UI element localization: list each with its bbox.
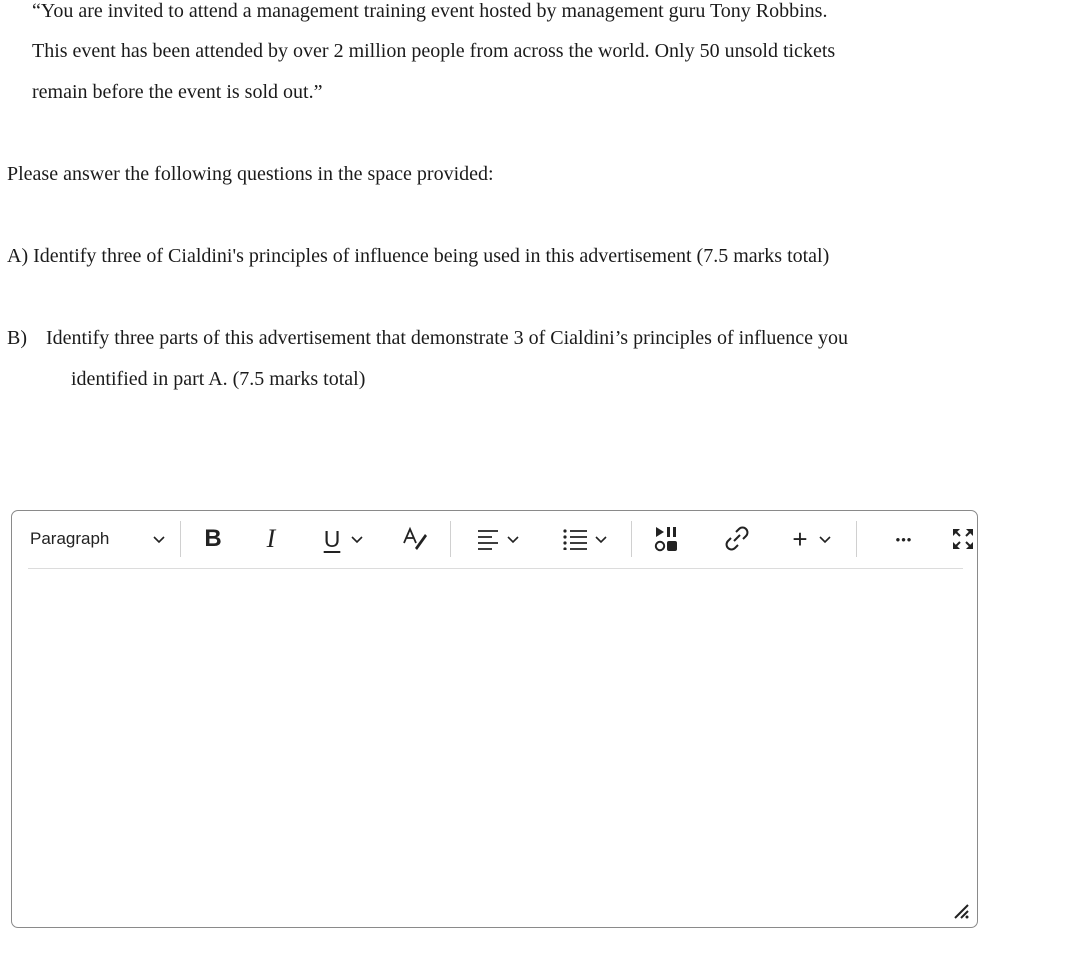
block-format-label: Paragraph [30,529,110,548]
bold-button[interactable]: B [198,519,228,559]
quote-line-2: This event has been attended by over 2 m… [32,40,836,62]
fullscreen-icon [953,529,973,549]
quote-line-1: “You are invited to attend a management … [32,0,828,22]
question-b-letter: B) [7,327,27,349]
more-options-button[interactable]: ••• [888,519,920,559]
instructions-text: Please answer the following questions in… [7,163,494,185]
media-icon [654,527,677,552]
underline-dropdown[interactable]: U [314,519,374,559]
chevron-down-icon [153,536,165,544]
toolbar-divider [450,521,451,557]
resize-handle-icon[interactable] [950,900,970,920]
block-format-dropdown[interactable]: Paragraph [30,519,166,559]
insert-media-button[interactable] [648,519,684,559]
list-dropdown[interactable] [555,519,615,559]
bullet-list-icon [563,529,587,550]
question-b: B) Identify three parts of this advertise… [7,327,848,350]
question-b-line-2: identified in part A. (7.5 marks total) [71,368,366,390]
chevron-down-icon [507,536,519,544]
chevron-down-icon [595,536,607,544]
insert-dropdown[interactable]: + [784,519,840,559]
align-left-icon [478,530,498,550]
toolbar-divider [631,521,632,557]
toolbar-divider [180,521,181,557]
fullscreen-button[interactable] [948,519,978,559]
chevron-down-icon [819,536,831,544]
question-b-line-1: Identify three parts of this advertiseme… [46,327,849,349]
question-a: A) Identify three of Cialdini's principl… [7,245,830,267]
text-color-button[interactable] [398,519,432,559]
plus-icon: + [792,523,808,554]
link-icon [725,526,749,551]
underline-label: U [323,525,341,552]
italic-button[interactable]: I [256,519,286,559]
chevron-down-icon [351,536,363,544]
editor-content-area[interactable] [28,571,963,911]
text-color-icon [403,526,427,550]
toolbar-divider [856,521,857,557]
quote-line-3: remain before the event is sold out.” [32,81,323,103]
insert-link-button[interactable] [720,519,754,559]
align-dropdown[interactable] [470,519,526,559]
editor-toolbar: Paragraph B I U + ••• [28,511,973,569]
rich-text-editor: Paragraph B I U + ••• [11,510,978,928]
